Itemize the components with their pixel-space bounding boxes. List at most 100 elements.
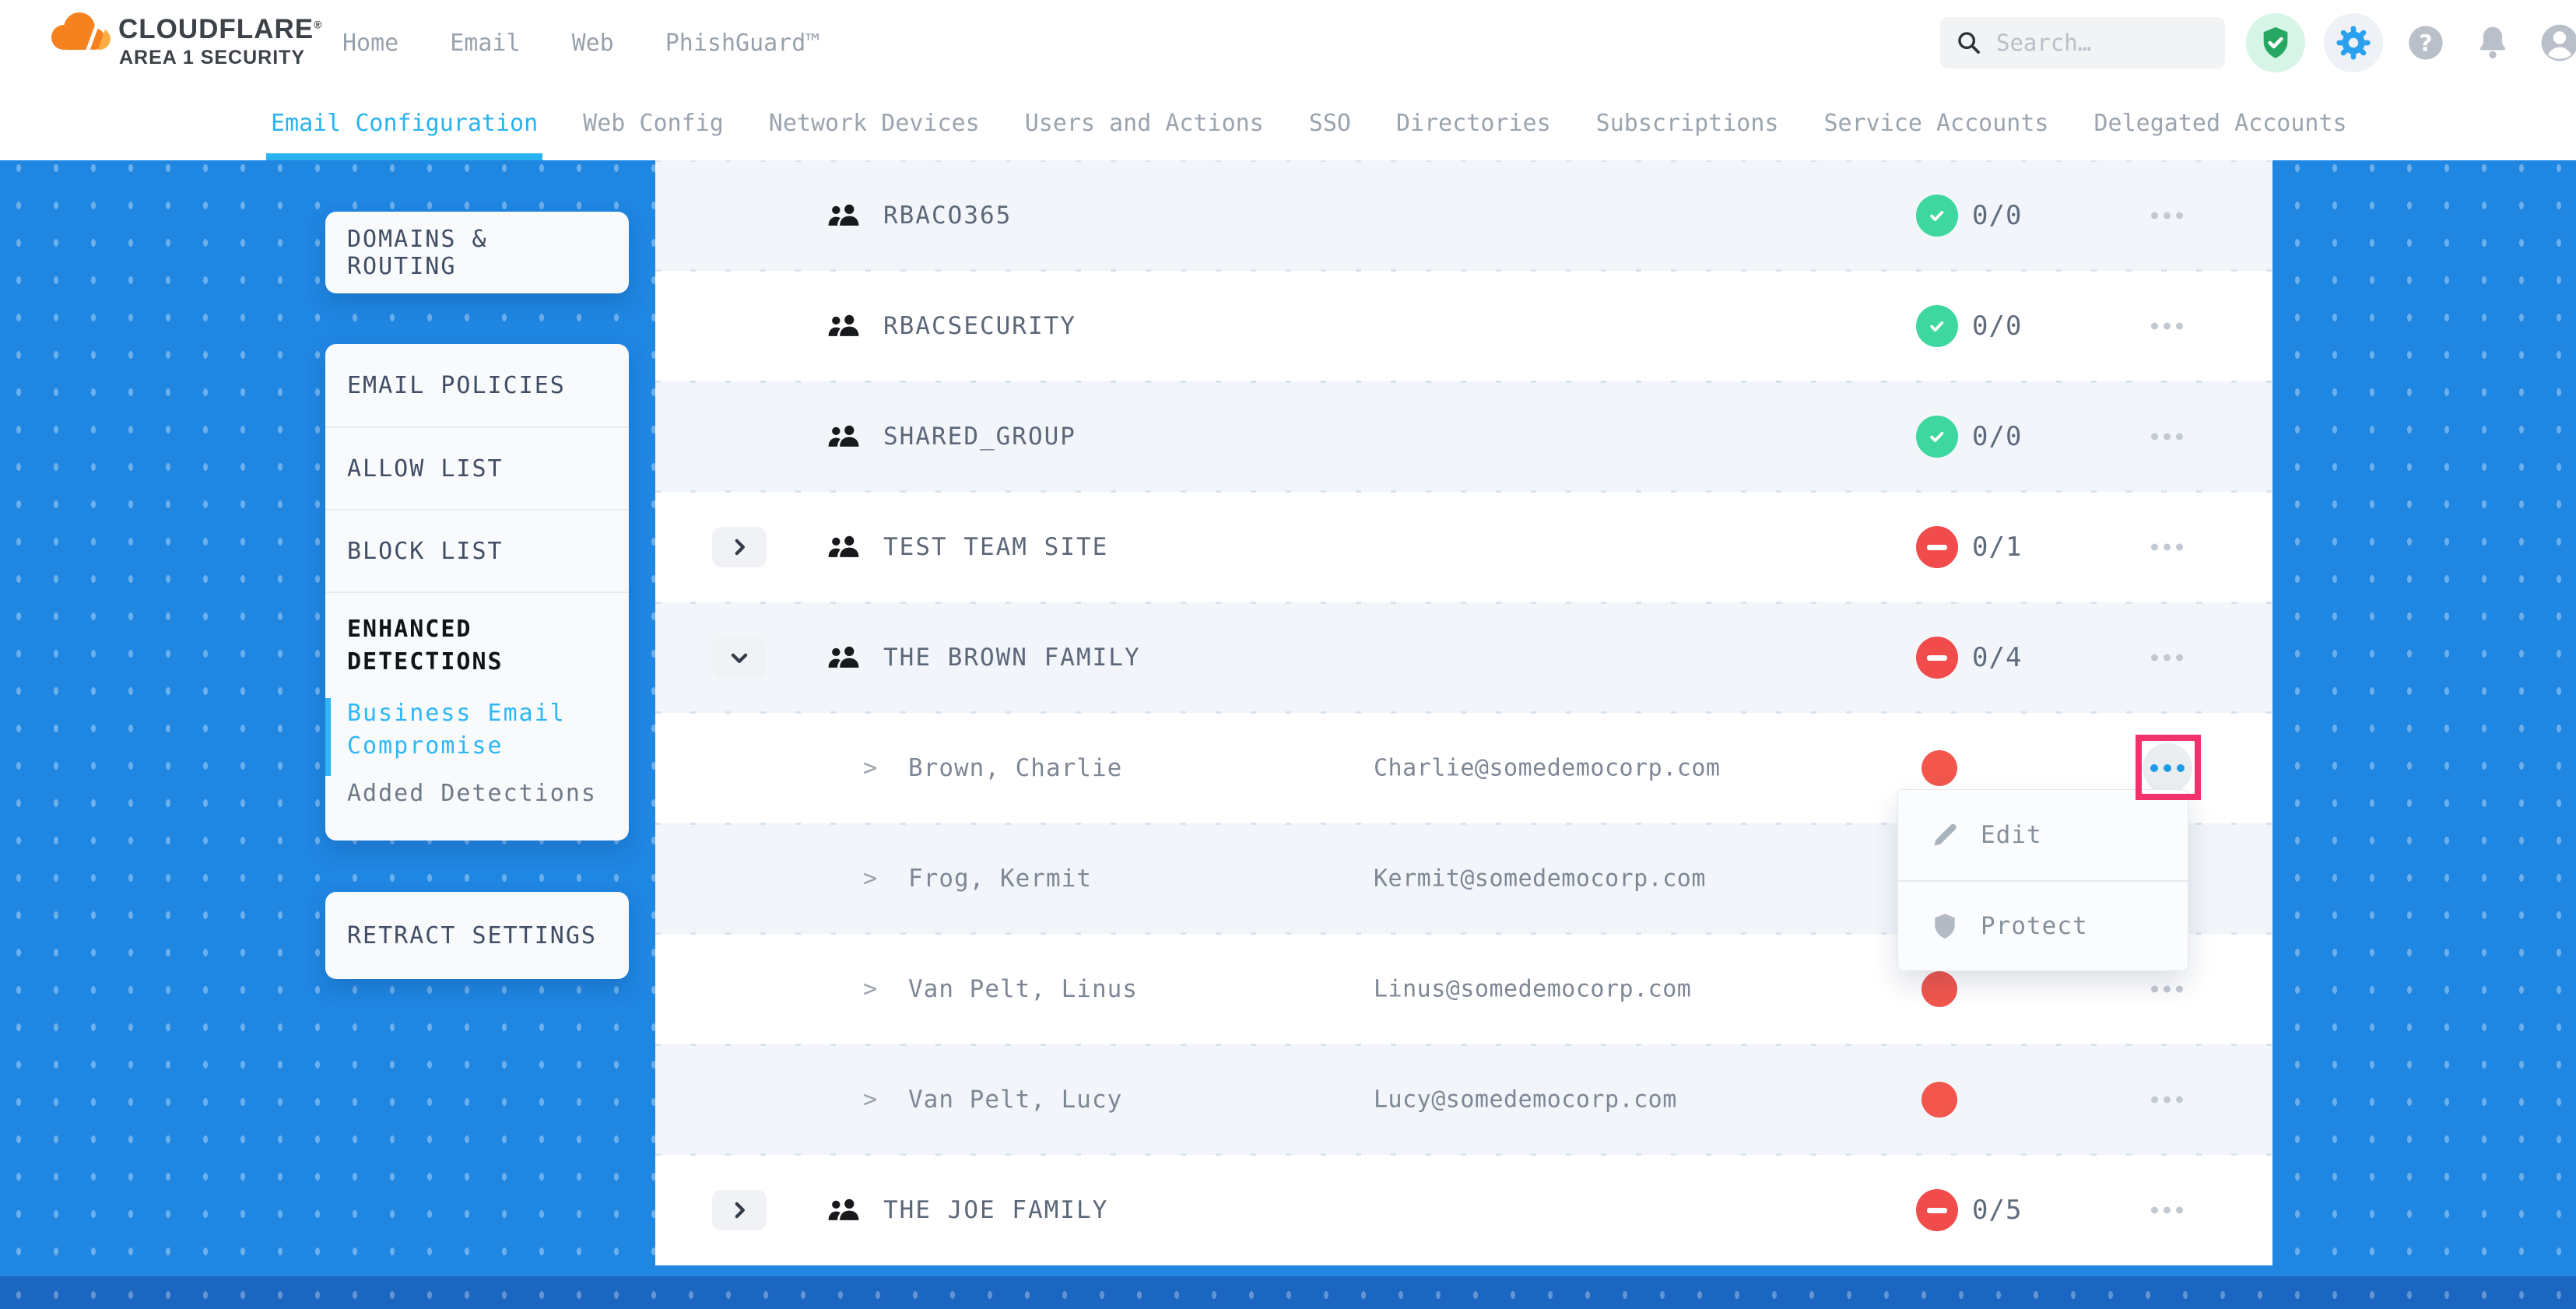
help-icon[interactable]: ? bbox=[2402, 19, 2450, 67]
group-name: RBACSECURITY bbox=[883, 312, 1076, 340]
top-header: CLOUDFLARE® AREA 1 SECURITY Home Email W… bbox=[0, 0, 2576, 86]
nav-email[interactable]: Email bbox=[450, 30, 520, 57]
header-nav: Home Email Web PhishGuard™ bbox=[342, 0, 819, 86]
tab-subscriptions[interactable]: Subscriptions bbox=[1596, 86, 1779, 160]
protection-count: 0/0 bbox=[1972, 200, 2022, 231]
row-menu-button[interactable] bbox=[2151, 1207, 2183, 1214]
member-email: Lucy@somedemocorp.com bbox=[1374, 1086, 1677, 1114]
bottom-strip bbox=[0, 1276, 2576, 1309]
active-item-indicator bbox=[325, 698, 331, 776]
account-icon[interactable] bbox=[2536, 19, 2576, 67]
header-icon-cluster: ? bbox=[2246, 0, 2576, 86]
row-menu-button[interactable] bbox=[2151, 212, 2183, 219]
sidebar-item-domains-routing[interactable]: DOMAINS & ROUTING bbox=[325, 212, 629, 293]
group-name: TEST TEAM SITE bbox=[883, 533, 1108, 561]
status-protected-badge bbox=[1916, 305, 1958, 347]
tab-email-configuration[interactable]: Email Configuration bbox=[271, 86, 538, 160]
status-unprotected-badge bbox=[1916, 1189, 1958, 1231]
protection-count: 0/4 bbox=[1972, 642, 2022, 673]
tab-service-accounts[interactable]: Service Accounts bbox=[1823, 86, 2048, 160]
member-email: Charlie@somedemocorp.com bbox=[1374, 755, 1720, 782]
status-unprotected-dot bbox=[1921, 1082, 1957, 1118]
protection-count: 0/5 bbox=[1972, 1195, 2022, 1226]
pencil-icon bbox=[1931, 821, 1959, 849]
sidebar-item-block-list[interactable]: BLOCK LIST bbox=[325, 509, 629, 591]
member-name: Van Pelt, Lucy bbox=[908, 1086, 1122, 1114]
tab-web-config[interactable]: Web Config bbox=[583, 86, 724, 160]
menu-item-edit[interactable]: Edit bbox=[1898, 790, 2188, 880]
shield-check-icon[interactable] bbox=[2246, 13, 2305, 72]
sidebar-card-domains-routing[interactable]: DOMAINS & ROUTING bbox=[325, 212, 629, 293]
gear-icon[interactable] bbox=[2324, 13, 2383, 72]
sidebar-item-retract-settings[interactable]: RETRACT SETTINGS bbox=[325, 892, 629, 979]
search-icon bbox=[1956, 30, 1982, 56]
tab-network-devices[interactable]: Network Devices bbox=[769, 86, 980, 160]
group-icon bbox=[827, 314, 860, 338]
status-unprotected-badge bbox=[1916, 526, 1958, 568]
sidebar-card-policies: EMAIL POLICIES ALLOW LIST BLOCK LIST ENH… bbox=[325, 344, 629, 840]
protection-count: 0/0 bbox=[1972, 311, 2022, 342]
tab-users-and-actions[interactable]: Users and Actions bbox=[1025, 86, 1264, 160]
group-name: THE BROWN FAMILY bbox=[883, 644, 1141, 672]
collapse-button[interactable] bbox=[712, 637, 767, 678]
member-name: Van Pelt, Linus bbox=[908, 975, 1138, 1003]
nav-phishguard[interactable]: PhishGuard™ bbox=[665, 30, 820, 57]
nav-home[interactable]: Home bbox=[342, 30, 398, 57]
status-protected-badge bbox=[1916, 195, 1958, 237]
search-box[interactable] bbox=[1940, 17, 2225, 68]
menu-item-label: Edit bbox=[1981, 821, 2042, 849]
row-menu-button[interactable] bbox=[2151, 1097, 2183, 1104]
sidebar-section-enhanced-detections: ENHANCED DETECTIONS Business Email Compr… bbox=[325, 591, 629, 830]
row-menu-button[interactable] bbox=[2151, 654, 2183, 662]
tab-directories[interactable]: Directories bbox=[1396, 86, 1551, 160]
table-row: > Van Pelt, Lucy Lucy@somedemocorp.com bbox=[655, 1044, 2272, 1155]
annotation-highlight-box bbox=[2136, 735, 2201, 800]
table-row: SHARED_GROUP 0/0 bbox=[655, 381, 2272, 492]
group-name: THE JOE FAMILY bbox=[883, 1196, 1108, 1224]
group-icon bbox=[827, 204, 860, 227]
search-input[interactable] bbox=[1995, 29, 2181, 57]
group-name: RBACO365 bbox=[883, 202, 1012, 230]
row-context-menu: Edit Protect bbox=[1897, 789, 2188, 971]
expand-button[interactable] bbox=[712, 1190, 767, 1230]
sidebar-item-email-policies[interactable]: EMAIL POLICIES bbox=[325, 344, 629, 426]
group-icon bbox=[827, 1198, 860, 1222]
member-name: Frog, Kermit bbox=[908, 865, 1092, 893]
table-row: THE BROWN FAMILY 0/4 bbox=[655, 602, 2272, 713]
bell-icon[interactable] bbox=[2469, 19, 2517, 67]
row-menu-button[interactable] bbox=[2151, 544, 2183, 551]
shield-icon bbox=[1931, 912, 1959, 940]
member-marker: > bbox=[863, 976, 877, 1003]
member-marker: > bbox=[863, 865, 877, 893]
brand-subtitle: AREA 1 SECURITY bbox=[119, 47, 305, 69]
status-unprotected-dot bbox=[1921, 750, 1957, 786]
tab-delegated-accounts[interactable]: Delegated Accounts bbox=[2093, 86, 2346, 160]
row-menu-button[interactable] bbox=[2151, 323, 2183, 330]
row-menu-button[interactable] bbox=[2151, 433, 2183, 440]
member-name: Brown, Charlie bbox=[908, 754, 1122, 782]
sidebar-card-retract-settings[interactable]: RETRACT SETTINGS bbox=[325, 892, 629, 979]
expand-button[interactable] bbox=[712, 527, 767, 567]
cloudflare-logo-icon bbox=[40, 6, 115, 58]
menu-item-protect[interactable]: Protect bbox=[1898, 880, 2188, 970]
group-icon bbox=[827, 425, 860, 448]
table-row: THE JOE FAMILY 0/5 bbox=[655, 1155, 2272, 1265]
member-email: Kermit@somedemocorp.com bbox=[1374, 865, 1706, 893]
enhanced-detections-title: ENHANCED DETECTIONS bbox=[347, 613, 607, 679]
member-marker: > bbox=[863, 1086, 877, 1114]
svg-text:?: ? bbox=[2420, 30, 2433, 56]
table-row: TEST TEAM SITE 0/1 bbox=[655, 492, 2272, 602]
tab-sso[interactable]: SSO bbox=[1309, 86, 1351, 160]
group-name: SHARED_GROUP bbox=[883, 423, 1076, 451]
sidebar-item-allow-list[interactable]: ALLOW LIST bbox=[325, 426, 629, 509]
sidebar-item-business-email-compromise[interactable]: Business Email Compromise bbox=[347, 697, 607, 763]
groups-table: RBACO365 0/0 RBACSECURITY 0/0 SHARED_GRO… bbox=[655, 160, 2272, 1265]
row-menu-button[interactable] bbox=[2151, 986, 2183, 993]
nav-web[interactable]: Web bbox=[572, 30, 614, 57]
group-icon bbox=[827, 535, 860, 559]
section-tab-bar: Email Configuration Web Config Network D… bbox=[0, 86, 2576, 160]
app-root: CLOUDFLARE® AREA 1 SECURITY Home Email W… bbox=[0, 0, 2576, 1309]
protection-count: 0/1 bbox=[1972, 532, 2022, 563]
status-unprotected-badge bbox=[1916, 637, 1958, 679]
sidebar-item-added-detections[interactable]: Added Detections bbox=[347, 780, 607, 807]
